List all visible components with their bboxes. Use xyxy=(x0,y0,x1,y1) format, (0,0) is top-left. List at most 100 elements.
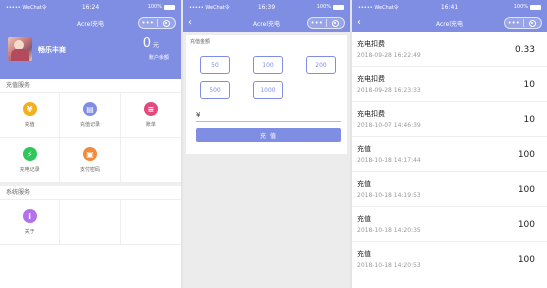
record-type: 充电扣费 xyxy=(357,40,385,48)
amount-input[interactable] xyxy=(196,121,341,122)
close-icon[interactable] xyxy=(327,19,345,27)
list-item[interactable]: 充值 2018-10-18 14:20:53 100 xyxy=(352,242,547,277)
miniprogram-capsule[interactable]: ••• xyxy=(307,17,345,29)
amount-option-50[interactable]: 50 xyxy=(200,56,230,74)
header: ••••• WeChat令 16:39 100% ‹ Acrel充电 ••• xyxy=(183,0,350,32)
avatar[interactable] xyxy=(8,37,32,61)
page-title: Acrel充电 xyxy=(253,20,280,28)
nav-bar: Acrel充电 ••• xyxy=(0,14,181,32)
close-icon[interactable] xyxy=(158,19,176,27)
more-icon[interactable]: ••• xyxy=(139,19,158,27)
menu-label: 充值 xyxy=(24,122,35,128)
menu-recharge[interactable]: ¥ 充值 xyxy=(0,93,61,138)
list-item[interactable]: 充电扣费 2018-10-07 14:46:39 10 xyxy=(352,102,547,137)
record-amount: 100 xyxy=(517,150,535,160)
lock-icon: ▣ xyxy=(82,147,97,161)
records-list: 充电扣费 2018-09-28 16:22:49 0.33 充电扣费 2018-… xyxy=(352,32,547,277)
record-time: 2018-09-28 16:23:33 xyxy=(357,87,421,94)
recharge-button[interactable]: 充 值 xyxy=(196,128,341,142)
record-amount: 100 xyxy=(517,220,535,230)
lightning-icon: ⚡ xyxy=(22,147,37,161)
record-type: 充值 xyxy=(357,250,371,258)
record-type: 充电扣费 xyxy=(357,75,385,83)
miniprogram-capsule[interactable]: ••• xyxy=(138,17,176,29)
list-item[interactable]: 充值 2018-10-18 14:17:44 100 xyxy=(352,137,547,172)
menu-label: 支付密码 xyxy=(79,167,100,173)
battery-status: 100% xyxy=(292,4,345,10)
amount-option-500[interactable]: 500 xyxy=(200,81,230,99)
menu-label: 账单 xyxy=(145,122,156,128)
amount-label: 充值金额 xyxy=(190,39,211,45)
carrier-label: ••••• WeChat令 xyxy=(358,4,399,11)
record-type: 充值 xyxy=(357,145,371,153)
list-item[interactable]: 充电扣费 2018-09-28 16:22:49 0.33 xyxy=(352,32,547,67)
more-icon[interactable]: ••• xyxy=(308,19,327,27)
record-amount: 0.33 xyxy=(514,45,535,55)
header: ••••• WeChat令 16:41 100% ‹ Acrel充电 ••• xyxy=(352,0,547,32)
miniprogram-capsule[interactable]: ••• xyxy=(504,17,542,29)
record-amount: 10 xyxy=(523,115,535,125)
amount-option-100[interactable]: 100 xyxy=(253,56,283,74)
section-system-services: 系统服务 xyxy=(0,186,181,200)
currency-symbol: ¥ xyxy=(196,111,201,119)
record-amount: 100 xyxy=(517,255,535,265)
close-icon[interactable] xyxy=(524,19,542,27)
bill-icon: ≡ xyxy=(143,102,158,116)
list-item[interactable]: 充电扣费 2018-09-28 16:23:33 10 xyxy=(352,67,547,102)
menu-recharge-records[interactable]: ▤ 充值记录 xyxy=(60,93,121,138)
amount-option-200[interactable]: 200 xyxy=(306,56,336,74)
empty-cell xyxy=(120,138,181,183)
menu-label: 充值记录 xyxy=(79,122,100,128)
home-screen: ••••• WeChat令 16:24 100% Acrel充电 ••• 畅乐丰… xyxy=(0,0,181,288)
nav-bar: ‹ Acrel充电 ••• xyxy=(183,14,350,32)
empty-cell xyxy=(60,200,121,245)
info-icon: i xyxy=(22,209,37,223)
record-type: 充值 xyxy=(357,215,371,223)
more-icon[interactable]: ••• xyxy=(505,19,524,27)
header: ••••• WeChat令 16:24 100% Acrel充电 ••• 畅乐丰… xyxy=(0,0,181,79)
amount-option-1000[interactable]: 1000 xyxy=(253,81,283,99)
menu-label: 充电记录 xyxy=(19,167,40,173)
record-type: 充值 xyxy=(357,180,371,188)
list-item[interactable]: 充值 2018-10-18 14:19:53 100 xyxy=(352,172,547,207)
balance-label: 账户余额 xyxy=(148,55,169,61)
back-arrow-icon[interactable]: ‹ xyxy=(188,17,192,29)
record-type: 充电扣费 xyxy=(357,110,385,118)
record-time: 2018-10-18 14:20:53 xyxy=(357,262,421,269)
carrier-label: ••••• WeChat令 xyxy=(189,4,230,11)
balance-unit: 元 xyxy=(152,42,159,49)
page-title: Acrel充电 xyxy=(436,20,463,28)
menu-charging-records[interactable]: ⚡ 充电记录 xyxy=(0,138,61,183)
battery-icon xyxy=(530,4,541,10)
section-recharge-services: 充值服务 xyxy=(0,79,181,93)
page-title: Acrel充电 xyxy=(77,20,104,28)
clock: 16:39 xyxy=(257,3,276,11)
document-icon: ▤ xyxy=(82,102,97,116)
profile-panel: 畅乐丰商 0元 账户余额 xyxy=(0,32,181,79)
record-time: 2018-10-18 14:20:35 xyxy=(357,227,421,234)
recharge-services-grid: ¥ 充值 ▤ 充值记录 ≡ 账单 ⚡ 充电记录 ▣ 支付密码 xyxy=(0,93,181,183)
status-bar: ••••• WeChat令 16:41 100% xyxy=(352,0,547,14)
menu-payment-password[interactable]: ▣ 支付密码 xyxy=(60,138,121,183)
battery-status: 100% xyxy=(119,4,175,10)
list-item[interactable]: 充值 2018-10-18 14:20:35 100 xyxy=(352,207,547,242)
battery-percent: 100% xyxy=(147,4,162,10)
menu-about[interactable]: i 关于 xyxy=(0,200,61,245)
status-bar: ••••• WeChat令 16:24 100% xyxy=(0,0,181,14)
carrier-label: ••••• WeChat令 xyxy=(6,4,47,11)
balance-amount: 0元 xyxy=(143,36,159,51)
status-bar: ••••• WeChat令 16:39 100% xyxy=(183,0,350,14)
record-amount: 100 xyxy=(517,185,535,195)
battery-status: 100% xyxy=(480,4,541,10)
back-arrow-icon[interactable]: ‹ xyxy=(357,17,361,29)
record-time: 2018-10-18 14:17:44 xyxy=(357,157,421,164)
money-bag-icon: ¥ xyxy=(22,102,37,116)
recharge-screen: ••••• WeChat令 16:39 100% ‹ Acrel充电 ••• 充… xyxy=(183,0,350,288)
record-time: 2018-09-28 16:22:49 xyxy=(357,52,421,59)
battery-icon xyxy=(163,4,175,10)
battery-icon xyxy=(333,4,345,10)
clock: 16:24 xyxy=(81,3,100,11)
empty-cell xyxy=(120,200,181,245)
menu-bill[interactable]: ≡ 账单 xyxy=(120,93,181,138)
username: 畅乐丰商 xyxy=(38,46,66,54)
